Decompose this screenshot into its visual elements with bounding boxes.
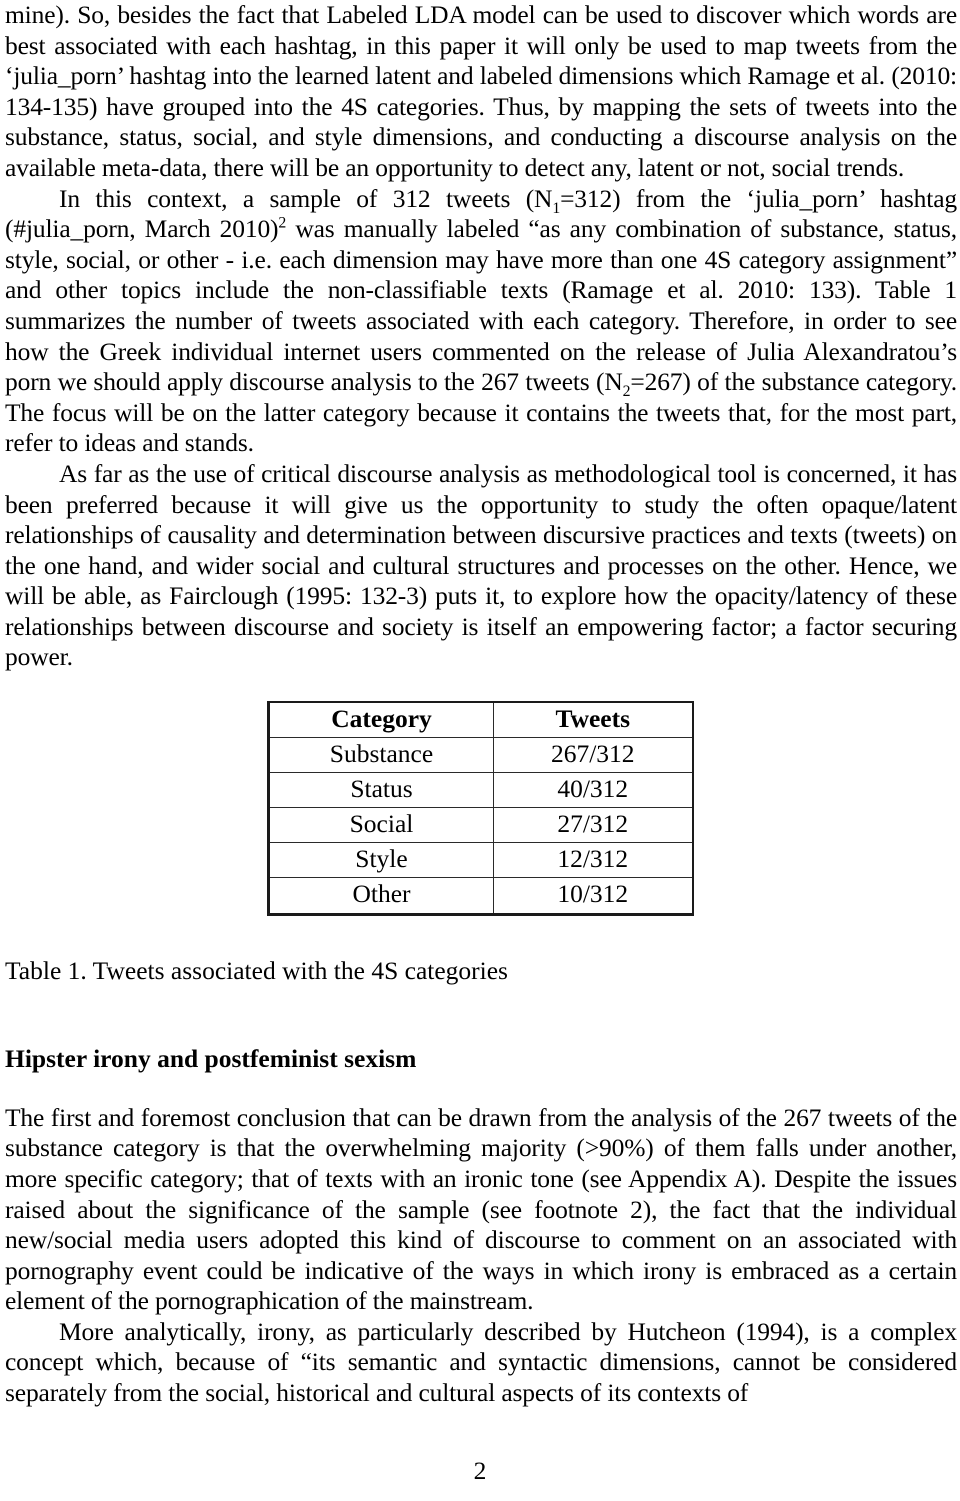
section-paragraph-1: The first and foremost conclusion that c… (5, 1102, 957, 1316)
table-row: Status 40/312 (268, 772, 693, 809)
table-row: Style 12/312 (268, 842, 693, 879)
document-page: mine). So, besides the fact that Labeled… (0, 0, 960, 1501)
cell-tweets: 10/312 (493, 877, 693, 915)
cell-tweets: 27/312 (493, 807, 693, 844)
cell-tweets: 267/312 (493, 737, 693, 774)
paragraph-3: As far as the use of critical discourse … (5, 458, 957, 672)
section-paragraph-2: More analytically, irony, as particularl… (5, 1316, 957, 1408)
cell-category: Social (268, 807, 494, 844)
paragraph-1: mine). So, besides the fact that Labeled… (5, 0, 957, 182)
column-header-tweets: Tweets (493, 701, 693, 739)
footnote-marker-2: 2 (278, 214, 287, 232)
cell-tweets: 40/312 (493, 772, 693, 809)
cell-tweets: 12/312 (493, 842, 693, 879)
section-heading: Hipster irony and postfeminist sexism (5, 1044, 417, 1074)
paragraph-2: In this context, a sample of 312 tweets … (5, 184, 957, 459)
cell-category: Style (268, 842, 494, 879)
cell-category: Other (268, 877, 494, 915)
tweets-category-table: Category Tweets Substance 267/312 Status… (267, 701, 694, 916)
cell-category: Substance (268, 737, 494, 774)
table-header: Category Tweets (268, 701, 693, 739)
table-header-row: Category Tweets (268, 701, 693, 739)
page-number: 2 (473, 1455, 487, 1485)
table-1-container: Category Tweets Substance 267/312 Status… (5, 673, 957, 916)
table-row: Substance 267/312 (268, 737, 693, 774)
table-body: Substance 267/312 Status 40/312 Social 2… (268, 737, 693, 915)
column-header-category: Category (268, 701, 494, 739)
table-row: Other 10/312 (268, 877, 693, 915)
paragraph-2-seg-1: In this context, a sample of 312 tweets … (59, 183, 553, 213)
cell-category: Status (268, 772, 494, 809)
table-caption: Table 1. Tweets associated with the 4S c… (5, 955, 508, 985)
section-body-text: The first and foremost conclusion that c… (5, 1075, 957, 1409)
table-row: Social 27/312 (268, 807, 693, 844)
body-text-block: mine). So, besides the fact that Labeled… (5, 0, 957, 673)
